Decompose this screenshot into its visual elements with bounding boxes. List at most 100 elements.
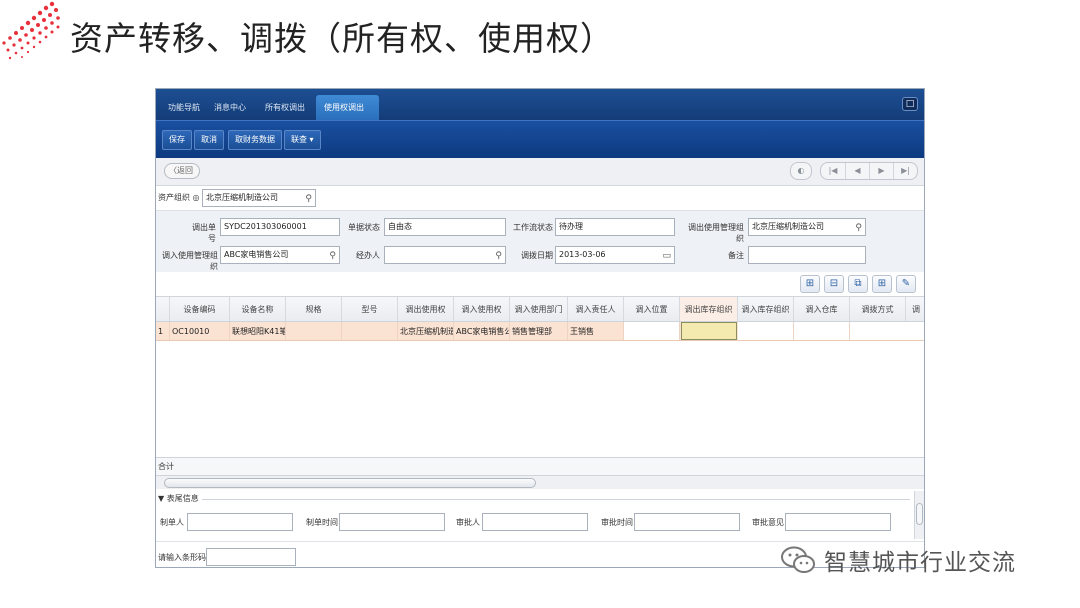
add-row-icon[interactable]: ⊞	[800, 275, 820, 293]
asset-org-field[interactable]: 北京压缩机制造公司 ⚲	[202, 189, 316, 207]
cancel-button[interactable]: 取消	[194, 130, 224, 150]
sum-label: 合计	[158, 462, 174, 471]
scrollbar-thumb[interactable]	[164, 478, 536, 488]
watermark-text: 智慧城市行业交流	[824, 550, 1016, 576]
calendar-icon[interactable]: ▭	[662, 248, 671, 264]
cell-spec[interactable]	[286, 322, 342, 340]
slide: 资产转移、调拨（所有权、使用权） 功能导航 消息中心 所有权调出 使用权调出 □…	[0, 0, 1080, 608]
tab-usage-right-out[interactable]: 使用权调出	[316, 95, 379, 120]
tab-ownership-out[interactable]: 所有权调出	[257, 95, 313, 120]
remark-field[interactable]	[748, 246, 866, 264]
search-icon[interactable]: ⚲	[329, 248, 336, 264]
doc-status-field[interactable]: 自由态	[384, 218, 506, 236]
cell-device-name[interactable]: 联想昭阳K41笔...	[230, 322, 286, 340]
col-device-code[interactable]: 设备编码	[170, 297, 230, 321]
first-record-icon[interactable]: |◀	[821, 163, 845, 179]
cell-in-person[interactable]: 王销售	[568, 322, 624, 340]
vertical-scrollbar[interactable]	[914, 491, 924, 539]
out-no-label: 调出单号	[192, 223, 216, 243]
out-usage-org-value: 北京压缩机制造公司	[752, 222, 824, 231]
handler-field[interactable]: ⚲	[384, 246, 506, 264]
approve-opinion-label: 审批意见	[752, 518, 784, 527]
barcode-input[interactable]	[206, 548, 296, 566]
col-more[interactable]: 调	[906, 297, 924, 321]
col-out-stock-org[interactable]: 调出库存组织	[680, 297, 738, 321]
back-button[interactable]: 〈返回	[164, 163, 200, 179]
copy-row-icon[interactable]: ⧉	[848, 275, 868, 293]
transfer-date-value: 2013-03-06	[559, 250, 606, 259]
tab-bar: 功能导航 消息中心 所有权调出 使用权调出 □	[156, 89, 924, 120]
tab-function-nav[interactable]: 功能导航	[160, 95, 208, 120]
create-time-label: 制单时间	[306, 518, 338, 527]
sum-row: 合计	[156, 457, 924, 475]
delete-row-icon[interactable]: ⊟	[824, 275, 844, 293]
attachment-icon[interactable]: ◐	[790, 162, 812, 180]
approver-field[interactable]	[482, 513, 588, 531]
slide-title: 资产转移、调拨（所有权、使用权）	[70, 19, 614, 58]
cell-model[interactable]	[342, 322, 398, 340]
grid-header: 设备编码 设备名称 规格 型号 调出使用权 调入使用权 调入使用部门 调入责任人…	[156, 297, 924, 322]
remark-label: 备注	[728, 251, 744, 260]
cell-in-right[interactable]: ABC家电销售公...	[454, 322, 510, 340]
asset-org-value: 北京压缩机制造公司	[206, 193, 278, 202]
creator-label: 制单人	[160, 518, 184, 527]
creator-field[interactable]	[187, 513, 293, 531]
search-icon[interactable]: ⚲	[495, 248, 502, 264]
scrollbar-thumb[interactable]	[916, 503, 923, 525]
fetch-financial-data-button[interactable]: 取财务数据	[228, 130, 282, 150]
col-in-warehouse[interactable]: 调入仓库	[794, 297, 850, 321]
out-no-field[interactable]: SYDC201303060001	[220, 218, 340, 236]
search-icon[interactable]: ⚲	[305, 191, 312, 207]
footer-info-section: ▼ 表尾信息 制单人 制单时间 审批人 审批时间 审批意见	[156, 491, 924, 539]
col-spec[interactable]: 规格	[286, 297, 342, 321]
approve-opinion-field[interactable]	[785, 513, 891, 531]
grid-toolbar: ⊞ ⊟ ⧉ ⊞ ✎	[156, 272, 924, 296]
row-number: 1	[156, 322, 170, 340]
workflow-status-label: 工作流状态	[513, 223, 553, 232]
search-icon[interactable]: ⚲	[855, 220, 862, 236]
footer-section-toggle[interactable]: ▼ 表尾信息	[158, 493, 199, 504]
associate-query-button[interactable]: 联查 ▾	[284, 130, 321, 150]
col-model[interactable]: 型号	[342, 297, 398, 321]
maximize-button[interactable]: □	[902, 97, 918, 111]
navigation-row: 〈返回 ◐ |◀ ◀ ▶ ▶|	[156, 158, 924, 186]
col-rownum	[156, 297, 170, 321]
transfer-date-field[interactable]: 2013-03-06 ▭	[555, 246, 675, 264]
edit-icon[interactable]: ✎	[896, 275, 916, 293]
col-out-right[interactable]: 调出使用权	[398, 297, 454, 321]
toolbar: 保存 取消 取财务数据 联查 ▾	[156, 120, 924, 158]
workflow-status-field[interactable]: 待办理	[555, 218, 675, 236]
cell-out-right[interactable]: 北京压缩机制造...	[398, 322, 454, 340]
transfer-date-label: 调拨日期	[521, 251, 553, 260]
out-usage-org-field[interactable]: 北京压缩机制造公司 ⚲	[748, 218, 866, 236]
cell-in-stock-org[interactable]	[738, 322, 794, 340]
cell-device-code[interactable]: OC10010	[170, 322, 230, 340]
col-in-dept[interactable]: 调入使用部门	[510, 297, 568, 321]
grid-view-icon[interactable]: ⊞	[872, 275, 892, 293]
col-in-right[interactable]: 调入使用权	[454, 297, 510, 321]
in-usage-org-field[interactable]: ABC家电销售公司 ⚲	[220, 246, 340, 264]
company-logo	[2, 1, 60, 60]
wechat-icon	[781, 546, 815, 573]
cell-in-dept[interactable]: 销售管理部	[510, 322, 568, 340]
col-transfer-method[interactable]: 调拨方式	[850, 297, 906, 321]
col-device-name[interactable]: 设备名称	[230, 297, 286, 321]
cell-transfer-method[interactable]	[850, 322, 924, 340]
col-in-location[interactable]: 调入位置	[624, 297, 680, 321]
col-in-stock-org[interactable]: 调入库存组织	[738, 297, 794, 321]
create-time-field[interactable]	[339, 513, 445, 531]
in-usage-org-label: 调入使用管理组织	[162, 251, 218, 271]
col-in-person[interactable]: 调入责任人	[568, 297, 624, 321]
save-button[interactable]: 保存	[162, 130, 192, 150]
last-record-icon[interactable]: ▶|	[893, 163, 917, 179]
table-row[interactable]: 1 OC10010 联想昭阳K41笔... 北京压缩机制造... ABC家电销售…	[156, 322, 924, 341]
previous-record-icon[interactable]: ◀	[845, 163, 869, 179]
cell-in-location[interactable]	[624, 322, 680, 340]
cell-in-warehouse[interactable]	[794, 322, 850, 340]
next-record-icon[interactable]: ▶	[869, 163, 893, 179]
tab-message-center[interactable]: 消息中心	[206, 95, 254, 120]
cell-out-stock-org[interactable]	[681, 322, 737, 340]
section-divider	[202, 499, 910, 500]
approve-time-field[interactable]	[634, 513, 740, 531]
horizontal-scrollbar[interactable]	[156, 475, 924, 489]
